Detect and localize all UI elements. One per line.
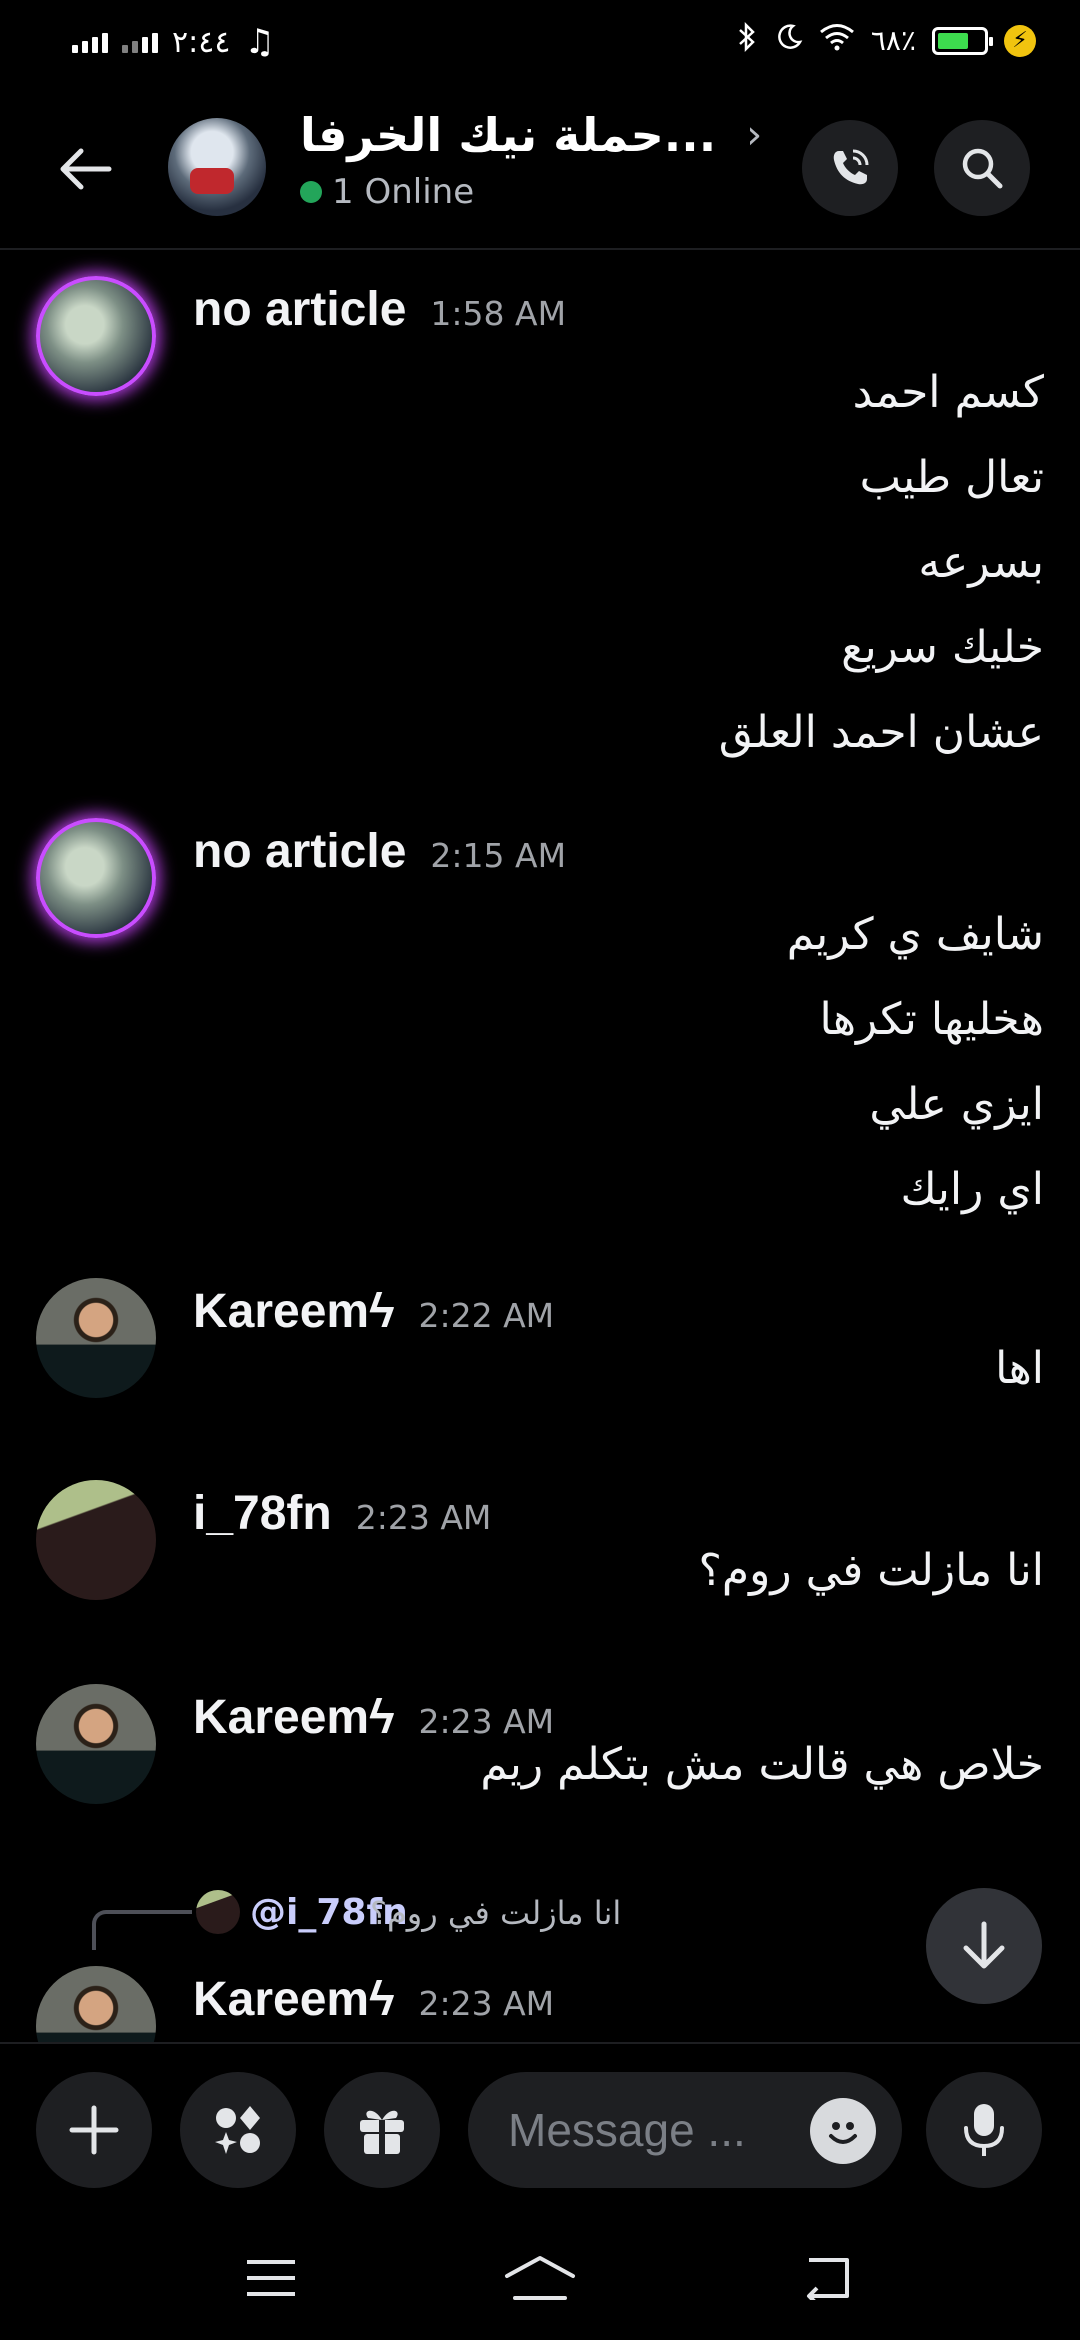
message-text[interactable]: اها <box>995 1326 1044 1411</box>
message-header: no article 1:58 AM <box>193 282 566 337</box>
message-text[interactable]: هخليها تكرها <box>787 977 1044 1062</box>
status-bar: ٢:٤٤ ♫ ٦٨٪ ⚡ <box>0 0 1080 90</box>
back-icon <box>807 2258 849 2300</box>
arrow-down-icon <box>963 1921 1005 1969</box>
reply-text[interactable]: انا مازلت في روم؟ <box>370 1894 621 1932</box>
apps-button[interactable] <box>180 2072 296 2188</box>
home-icon <box>505 2256 575 2300</box>
phone-call-icon <box>833 149 869 185</box>
battery-icon <box>932 26 993 55</box>
timestamp: 2:22 AM <box>418 1296 555 1335</box>
microphone-icon <box>964 2104 1004 2156</box>
battery-percent: ٦٨٪ <box>870 24 916 57</box>
avatar[interactable] <box>36 1966 156 2042</box>
home-button[interactable] <box>500 2238 580 2318</box>
avatar[interactable] <box>36 276 156 396</box>
voice-message-button[interactable] <box>926 2072 1042 2188</box>
battery-fill <box>938 32 968 49</box>
gift-icon <box>360 2110 404 2154</box>
chevron-right-icon: › <box>746 112 763 158</box>
system-back-button[interactable] <box>783 2238 863 2318</box>
message-text[interactable]: اي رايك <box>787 1147 1044 1232</box>
recents-button[interactable] <box>231 2238 311 2318</box>
online-count: 1 Online <box>332 172 475 212</box>
timestamp: 2:15 AM <box>430 836 567 875</box>
message-lines: انا مازلت في روم؟ <box>699 1528 1044 1613</box>
timestamp: 2:23 AM <box>418 1984 555 2023</box>
online-status: 1 Online <box>300 172 762 212</box>
charging-bolt-icon: ⚡ <box>1004 24 1036 57</box>
attach-button[interactable] <box>36 2072 152 2188</box>
username[interactable]: no article <box>193 282 406 337</box>
status-left: ٢:٤٤ ♫ <box>72 22 275 62</box>
reply-connector <box>92 1910 192 1950</box>
timestamp: 1:58 AM <box>430 294 567 333</box>
signal-icon <box>122 31 158 53</box>
signal-icon <box>72 31 108 53</box>
emoji-icon <box>829 2122 857 2144</box>
search-icon <box>962 148 1003 189</box>
channel-info[interactable]: حملة نيك الخرفا... › 1 Online <box>300 108 762 212</box>
avatar[interactable] <box>36 1278 156 1398</box>
message-lines: اها <box>995 1326 1044 1411</box>
message-text[interactable]: تعال طيب <box>719 435 1044 520</box>
status-right: ٦٨٪ ⚡ <box>735 21 1036 59</box>
bluetooth-icon <box>735 21 759 59</box>
username[interactable]: i_78fn <box>193 1486 332 1541</box>
message-composer <box>0 2042 1080 2212</box>
channel-title-row: حملة نيك الخرفا... › <box>300 108 762 162</box>
message-text[interactable]: عشان احمد العلق <box>719 690 1044 775</box>
call-button[interactable] <box>802 120 898 216</box>
username[interactable]: Kareemϟ <box>193 1284 395 1339</box>
message-header: Kareemϟ 2:22 AM <box>193 1284 554 1339</box>
message-lines: خلاص هي قالت مش بتكلم ريم <box>480 1722 1044 1807</box>
message-text[interactable]: كسم احمد <box>719 350 1044 435</box>
channel-title: حملة نيك الخرفا... <box>300 108 717 162</box>
message-text[interactable]: انا مازلت في روم؟ <box>699 1528 1044 1613</box>
system-nav-bar <box>0 2212 1080 2340</box>
moon-icon <box>775 23 803 58</box>
music-note-icon: ♫ <box>244 22 275 62</box>
wifi-icon <box>819 23 855 58</box>
message-lines: شايف ي كريم هخليها تكرها ايزي علي اي راي… <box>787 892 1044 1232</box>
message-header: no article 2:15 AM <box>193 824 566 879</box>
message-text[interactable]: خليك سريع <box>719 605 1044 690</box>
message-field[interactable] <box>468 2072 902 2188</box>
avatar[interactable] <box>36 1480 156 1600</box>
status-time: ٢:٤٤ <box>172 24 231 60</box>
message-list[interactable]: no article 1:58 AM كسم احمد تعال طيب بسر… <box>0 252 1080 2042</box>
back-arrow-icon <box>60 148 112 190</box>
message-text[interactable]: شايف ي كريم <box>787 892 1044 977</box>
menu-icon <box>247 2260 295 2296</box>
message-text[interactable]: بسرعه <box>719 520 1044 605</box>
plus-icon <box>69 2105 119 2155</box>
jump-to-bottom-button[interactable] <box>926 1888 1042 2004</box>
emoji-button[interactable] <box>810 2098 876 2164</box>
username[interactable]: no article <box>193 824 406 879</box>
back-button[interactable] <box>50 134 120 204</box>
message-input[interactable] <box>508 2103 788 2157</box>
message-header: i_78fn 2:23 AM <box>193 1486 491 1541</box>
reply-avatar <box>196 1890 240 1934</box>
group-avatar[interactable] <box>168 118 266 216</box>
online-dot <box>300 181 322 203</box>
gift-button[interactable] <box>324 2072 440 2188</box>
timestamp: 2:23 AM <box>355 1498 492 1537</box>
message-text[interactable]: ايزي علي <box>787 1062 1044 1147</box>
apps-icon <box>215 2106 260 2154</box>
username[interactable]: Kareemϟ <box>193 1972 395 2027</box>
message-text[interactable]: خلاص هي قالت مش بتكلم ريم <box>480 1722 1044 1807</box>
message-lines: كسم احمد تعال طيب بسرعه خليك سريع عشان ا… <box>719 350 1044 775</box>
message-header: Kareemϟ 2:23 AM <box>193 1972 554 2027</box>
search-button[interactable] <box>934 120 1030 216</box>
avatar[interactable] <box>36 818 156 938</box>
avatar[interactable] <box>36 1684 156 1804</box>
chat-header: حملة نيك الخرفا... › 1 Online <box>0 90 1080 250</box>
username[interactable]: Kareemϟ <box>193 1690 395 1745</box>
